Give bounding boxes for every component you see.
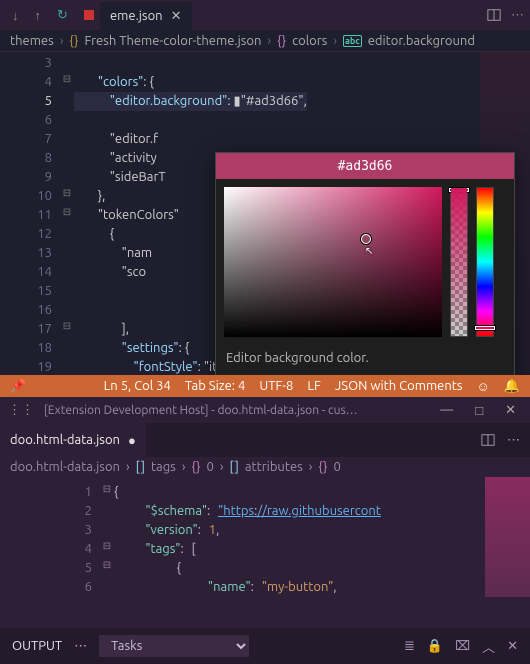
lock-icon[interactable]: 🔒 [427,639,443,654]
debug-pin-icon[interactable]: 📌 [10,379,26,394]
tab-bar: doo.html-data.json ● ⋯ [0,423,530,457]
more-icon[interactable]: ⋯ [511,8,524,23]
status-bar: 📌 Ln 5, Col 34 Tab Size: 4 UTF-8 LF JSON… [0,375,530,397]
file-tab-label: doo.html-data.json [10,433,120,447]
saturation-area[interactable]: ↖ [224,187,442,337]
fold-column[interactable]: ⊟⊟⊟ [100,477,114,628]
breadcrumb[interactable]: themes › {} Fresh Theme-color-theme.json… [0,30,530,52]
step-up-icon[interactable]: ↑ [29,6,48,25]
dirty-close-icon[interactable]: ● [128,433,136,448]
chevron-right-icon: › [267,34,271,48]
line-numbers: 34567891011121314151617181920 [0,52,60,375]
debug-toolbar: ↓ ↑ ↻ eme.json ✕ ⋯ [0,0,530,30]
breadcrumb-file[interactable]: doo.html-data.json [10,460,120,474]
extension-host-window: ⋮⋮ [Extension Development Host] - doo.ht… [0,397,530,664]
object-icon: {} [191,460,200,474]
panel-tab-output[interactable]: OUTPUT [12,639,62,653]
close-window-icon[interactable]: ✕ [499,403,522,418]
alpha-thumb[interactable] [449,188,469,192]
tab-size[interactable]: Tab Size: 4 [185,379,246,393]
close-panel-icon[interactable]: ✕ [507,639,518,654]
more-icon[interactable]: ⋯ [507,433,520,448]
string-icon: abc [343,35,362,47]
color-picker: #ad3d66 ↖ Editor background color. [215,152,515,375]
code-area[interactable]: { "$schema": "https://raw.githubusercont… [114,477,381,628]
window-title: [Extension Development Host] - doo.html-… [44,404,424,417]
language-mode[interactable]: JSON with Comments [335,379,463,393]
hue-thumb[interactable] [475,326,495,330]
cursor-arrow-icon: ↖ [365,245,373,257]
minimap[interactable] [485,477,530,597]
eol[interactable]: LF [307,379,320,393]
breadcrumb-node-bg[interactable]: editor.background [368,34,475,48]
split-editor-icon[interactable] [481,433,495,447]
breadcrumb-0a[interactable]: 0 [207,460,214,474]
feedback-icon[interactable]: ☺ [477,379,490,394]
output-panel-header: OUTPUT ⋯ Tasks ≣ 🔒 ⌧ ︿ ✕ [0,628,530,664]
object-icon: {} [318,460,327,474]
maximize-icon[interactable]: □ [469,403,489,418]
chevron-right-icon: › [182,460,186,474]
array-icon: [] [136,460,145,474]
clear-icon[interactable]: ⌧ [455,639,470,654]
chevron-right-icon: › [309,460,313,474]
chevron-right-icon: › [126,460,130,474]
fold-column[interactable]: ⊟⊟⊟⊟ [60,52,74,375]
step-down-icon[interactable]: ↓ [6,6,25,25]
file-tab-label: eme.json [110,9,163,23]
breadcrumb-node-colors[interactable]: colors [292,34,327,48]
output-channel-select[interactable]: Tasks [99,635,249,657]
line-numbers: 123456 [0,477,100,628]
array-icon: [] [230,460,239,474]
breadcrumb-attributes[interactable]: attributes [245,460,303,474]
list-icon[interactable]: ≣ [404,639,415,654]
top-editor-window: ↓ ↑ ↻ eme.json ✕ ⋯ themes › {} Fresh The… [0,0,530,397]
breadcrumb-0b[interactable]: 0 [333,460,340,474]
editor-body[interactable]: 123456 ⊟⊟⊟ { "$schema": "https://raw.git… [0,477,530,628]
breadcrumb[interactable]: doo.html-data.json › [] tags › {} 0 › []… [0,457,530,477]
cursor-position[interactable]: Ln 5, Col 34 [104,379,171,393]
encoding[interactable]: UTF-8 [259,379,293,393]
file-tab[interactable]: eme.json ✕ [100,2,192,30]
color-picker-tooltip: Editor background color. [216,345,514,375]
breadcrumb-file[interactable]: Fresh Theme-color-theme.json [84,34,261,48]
panel-more-icon[interactable]: ⋯ [74,639,87,654]
minimize-icon[interactable]: — [434,403,459,417]
app-menu-icon[interactable]: ⋮⋮ [8,403,34,418]
bell-icon[interactable]: 🔔 [504,379,520,394]
stop-icon[interactable] [84,10,94,20]
editor-body[interactable]: 34567891011121314151617181920 ⊟⊟⊟⊟ "colo… [0,52,530,375]
breadcrumb-folder[interactable]: themes [10,34,54,48]
hue-slider[interactable] [476,187,494,337]
chevron-right-icon: › [60,34,64,48]
breadcrumb-tags[interactable]: tags [151,460,176,474]
split-editor-icon[interactable] [487,8,501,22]
restart-icon[interactable]: ↻ [51,6,74,25]
alpha-slider[interactable] [450,187,468,337]
json-file-icon: {} [69,34,78,48]
close-icon[interactable]: ✕ [171,9,182,24]
file-tab[interactable]: doo.html-data.json ● [0,423,146,457]
color-picker-header[interactable]: #ad3d66 [216,153,514,179]
chevron-right-icon: › [333,34,337,48]
saturation-cursor[interactable] [361,234,371,244]
object-icon: {} [277,34,286,48]
chevron-right-icon: › [220,460,224,474]
window-titlebar: ⋮⋮ [Extension Development Host] - doo.ht… [0,397,530,423]
chevron-up-icon[interactable]: ︿ [482,637,495,656]
